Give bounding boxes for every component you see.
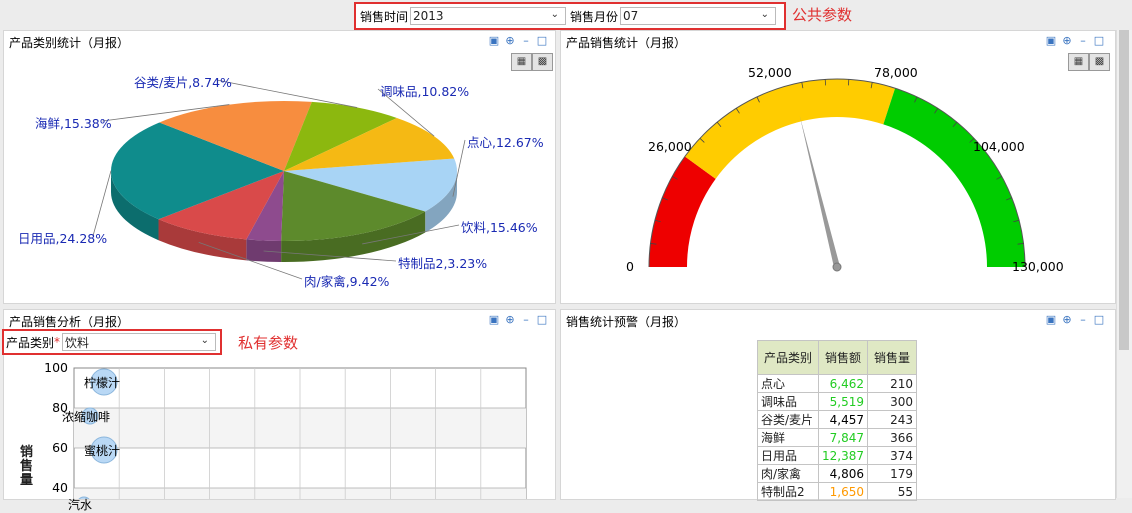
sales-month-select[interactable]: 销售月份 07 ⌄ (570, 7, 776, 25)
gauge-tick-label: 104,000 (973, 139, 1025, 154)
bubble-label: 汽水 (68, 496, 92, 513)
column-header: 产品类别 (758, 341, 819, 375)
vertical-scrollbar[interactable] (1116, 30, 1132, 498)
pie-slice-label: 调味品,10.82% (380, 81, 469, 100)
pie-slice-label: 饮料,15.46% (461, 217, 538, 236)
amount-cell: 6,462 (819, 375, 868, 393)
sales-month-value: 07 (621, 9, 638, 23)
sales-month-field[interactable]: 07 ⌄ (620, 7, 776, 25)
sales-analysis-panel: 产品销售分析（月报） ▣ ⊕ – □ 产品类别 * 饮料 ⌄ 私有参数 1008… (3, 309, 556, 500)
maximize-icon[interactable]: □ (1093, 314, 1105, 326)
gauge-tick-label: 26,000 (648, 139, 692, 154)
sales-warning-table: 产品类别 销售额 销售量 点心6,462210调味品5,519300谷类/麦片4… (757, 340, 917, 501)
scatter-chart (4, 310, 555, 499)
scrollbar-thumb[interactable] (1119, 30, 1129, 350)
column-header: 销售量 (868, 341, 917, 375)
gauge-band (649, 156, 716, 267)
gauge-band (685, 79, 895, 179)
sales-time-select[interactable]: 销售时间 2013 ⌄ (360, 7, 566, 25)
table-row: 日用品12,387374 (758, 447, 917, 465)
quantity-cell: 366 (868, 429, 917, 447)
amount-cell: 7,847 (819, 429, 868, 447)
quantity-cell: 300 (868, 393, 917, 411)
pie-slice-label: 谷类/麦片,8.74% (134, 72, 232, 91)
sales-stats-panel: 产品销售统计（月报） ▣ ⊕ – □ ▦ ▩ 026,00052,00078,0… (560, 30, 1116, 304)
public-params-note: 公共参数 (792, 4, 852, 25)
public-params-box: 销售时间 2013 ⌄ 销售月份 07 ⌄ (354, 2, 786, 30)
quantity-cell: 210 (868, 375, 917, 393)
pie-slice-label: 点心,12.67% (467, 132, 544, 151)
sales-time-label: 销售时间 (360, 8, 408, 25)
category-cell: 点心 (758, 375, 819, 393)
pie-leader-line (93, 171, 111, 236)
category-cell: 谷类/麦片 (758, 411, 819, 429)
sales-month-label: 销售月份 (570, 8, 618, 25)
gauge-tick-label: 0 (626, 259, 634, 274)
panel-toolbar: ▣ ⊕ – □ (1045, 314, 1105, 326)
column-header: 销售额 (819, 341, 868, 375)
table-row: 海鲜7,847366 (758, 429, 917, 447)
category-cell: 海鲜 (758, 429, 819, 447)
chevron-down-icon[interactable]: ⌄ (761, 9, 769, 20)
amount-cell: 5,519 (819, 393, 868, 411)
bubble-label: 浓缩咖啡 (62, 408, 110, 425)
gauge-tick-label: 78,000 (874, 65, 918, 80)
quantity-cell: 179 (868, 465, 917, 483)
amount-cell: 4,457 (819, 411, 868, 429)
gauge-tick-label: 130,000 (1012, 259, 1064, 274)
panel-title: 销售统计预警（月报） (566, 313, 686, 330)
table-row: 点心6,462210 (758, 375, 917, 393)
table-header-row: 产品类别 销售额 销售量 (758, 341, 917, 375)
category-cell: 调味品 (758, 393, 819, 411)
pie-slice-label: 海鲜,15.38% (35, 113, 112, 132)
pie-slice-label: 日用品,24.28% (18, 228, 107, 247)
sales-time-value: 2013 (411, 9, 444, 23)
gauge-tick-label: 52,000 (748, 65, 792, 80)
quantity-cell: 243 (868, 411, 917, 429)
target-icon[interactable]: ⊕ (1061, 314, 1073, 326)
y-axis-label: 销售量 (20, 446, 34, 488)
chevron-down-icon[interactable]: ⌄ (551, 9, 559, 20)
y-tick-label: 40 (38, 480, 68, 495)
quantity-cell: 374 (868, 447, 917, 465)
sales-time-field[interactable]: 2013 ⌄ (410, 7, 566, 25)
y-tick-label: 60 (38, 440, 68, 455)
table-row: 调味品5,519300 (758, 393, 917, 411)
gauge-band (883, 88, 1025, 267)
gauge-pivot (833, 263, 841, 271)
table-row: 肉/家禽4,806179 (758, 465, 917, 483)
export-icon[interactable]: ▣ (1045, 314, 1057, 326)
category-cell: 肉/家禽 (758, 465, 819, 483)
category-cell: 日用品 (758, 447, 819, 465)
category-stats-panel: 产品类别统计（月报） ▣ ⊕ – □ ▦ ▩ 点心,12.67%饮料,15.46… (3, 30, 556, 304)
table-row: 谷类/麦片4,457243 (758, 411, 917, 429)
y-tick-label: 100 (38, 360, 68, 375)
amount-cell: 12,387 (819, 447, 868, 465)
pie-slice-label: 肉/家禽,9.42% (304, 271, 389, 290)
amount-cell: 4,806 (819, 465, 868, 483)
sales-warning-panel: 销售统计预警（月报） ▣ ⊕ – □ 产品类别 销售额 销售量 点心6,4622… (560, 309, 1116, 500)
pie-slice-label: 特制品2,3.23% (398, 253, 487, 272)
bubble-label: 柠檬汁 (84, 374, 120, 391)
bubble-label: 蜜桃汁 (84, 442, 120, 459)
minimize-icon[interactable]: – (1077, 314, 1089, 326)
gauge-needle (800, 116, 840, 268)
